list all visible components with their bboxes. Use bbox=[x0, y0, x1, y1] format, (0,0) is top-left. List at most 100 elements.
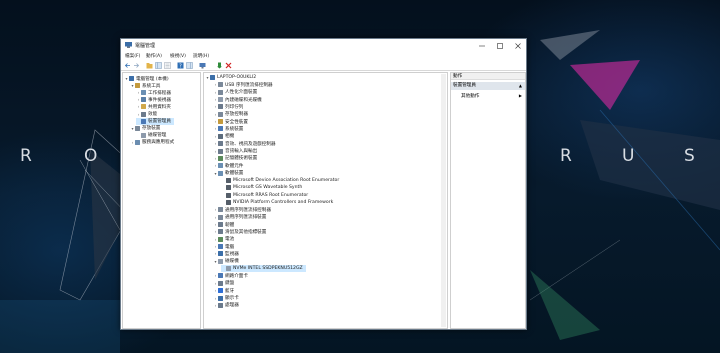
title-bar[interactable]: 電腦管理 bbox=[121, 39, 526, 52]
computer-management-window: 電腦管理 檔案(F) 動作(A) 檢視(V) 說明(H) ? ▾ 電腦管理 (本機… bbox=[120, 38, 527, 330]
device-tree-item[interactable]: › 安全性裝置 bbox=[213, 118, 248, 125]
actions-header: 動作 bbox=[451, 73, 525, 80]
device-category-icon bbox=[218, 244, 223, 250]
tree-item-label: 軟體元件 bbox=[225, 163, 244, 169]
properties-icon[interactable] bbox=[164, 62, 171, 69]
device-tree-item[interactable]: ▾ LAPTOP-O0UKLI2 bbox=[205, 74, 256, 81]
device-tree-item[interactable]: Microsoft RRAS Root Enumerator bbox=[221, 192, 308, 199]
device-tree-item[interactable]: › 顯示卡 bbox=[213, 295, 239, 302]
device-tree-item[interactable]: › 音訊輸入與輸出 bbox=[213, 148, 257, 155]
collapse-arrow-icon: ▲ bbox=[518, 83, 522, 88]
console-tree-item[interactable]: 磁碟管理 bbox=[136, 132, 166, 139]
device-tree-item[interactable]: › 列印佇列 bbox=[213, 103, 243, 110]
console-tree-item[interactable]: ▾ 存放裝置 bbox=[130, 125, 160, 132]
tree-item-label: 事件檢視器 bbox=[148, 97, 171, 103]
device-tree-item[interactable]: › 電腦 bbox=[213, 243, 234, 250]
menu-action[interactable]: 動作(A) bbox=[146, 53, 162, 59]
device-tree-item[interactable]: › 記憶體技術裝置 bbox=[213, 155, 257, 162]
device-tree-item[interactable]: Microsoft GS Wavetable Synth bbox=[221, 184, 302, 191]
device-tree-item[interactable]: › 存放控制器 bbox=[213, 111, 248, 118]
actions-section-device-manager[interactable]: 裝置管理員 ▲ bbox=[451, 82, 525, 90]
device-tree-item[interactable]: › 通用序列匯流排裝置 bbox=[213, 214, 266, 221]
tree-item-label: 處理器 bbox=[225, 303, 239, 309]
device-tree-item[interactable]: › 鍵盤 bbox=[213, 280, 234, 287]
device-tree-item[interactable]: › 電池 bbox=[213, 236, 234, 243]
tree-item-label: 列印佇列 bbox=[225, 104, 244, 110]
console-tree-item[interactable]: › 服務與應用程式 bbox=[130, 139, 174, 146]
device-tree-item[interactable]: › 人性化介面裝置 bbox=[213, 89, 257, 96]
minimize-button[interactable] bbox=[473, 39, 491, 52]
device-category-icon bbox=[218, 119, 223, 125]
device-tree-item[interactable]: › 藍牙 bbox=[213, 287, 234, 294]
window-title: 電腦管理 bbox=[135, 43, 156, 49]
tree-item-label: 滑鼠及其他指標裝置 bbox=[225, 229, 267, 235]
device-tree-item[interactable]: › 滑鼠及其他指標裝置 bbox=[213, 228, 266, 235]
vertical-scrollbar[interactable] bbox=[441, 74, 446, 327]
tree-item-label: 音訊輸入與輸出 bbox=[225, 149, 258, 154]
device-category-icon bbox=[141, 118, 146, 124]
back-icon[interactable] bbox=[124, 62, 131, 69]
device-category-icon bbox=[218, 97, 223, 103]
tree-item-label: 鍵盤 bbox=[225, 281, 235, 287]
device-tree-item[interactable]: NVMe INTEL SSDPEKNU512GZ bbox=[221, 265, 306, 273]
device-tree-item[interactable]: Microsoft Device Association Root Enumer… bbox=[221, 177, 339, 184]
forward-icon[interactable] bbox=[133, 62, 140, 69]
update-driver-icon[interactable] bbox=[216, 62, 223, 69]
device-category-icon bbox=[141, 104, 146, 110]
device-category-icon bbox=[135, 83, 140, 89]
device-tree-item[interactable]: › 音效、視訊及遊戲控制器 bbox=[213, 140, 276, 147]
device-tree-item[interactable]: › 軟體元件 bbox=[213, 162, 243, 169]
tree-item-label: 系統工具 bbox=[142, 83, 161, 89]
tree-item-label: 效能 bbox=[148, 112, 158, 117]
device-tree-item[interactable]: › 內建磁碟和光碟機 bbox=[213, 96, 262, 103]
device-tree-item[interactable]: › 網路介面卡 bbox=[213, 272, 248, 279]
more-actions-link[interactable]: 其他動作 bbox=[461, 93, 479, 99]
device-tree-item[interactable]: › 監視器 bbox=[213, 250, 239, 257]
device-category-icon bbox=[218, 126, 223, 132]
device-category-icon bbox=[218, 170, 223, 176]
device-category-icon bbox=[141, 111, 146, 117]
help-icon[interactable]: ? bbox=[177, 62, 184, 69]
device-tree-item[interactable]: › 處理器 bbox=[213, 302, 239, 309]
show-hide-action-pane-icon[interactable] bbox=[186, 62, 193, 69]
console-tree-item[interactable]: ▾ 電腦管理 (本機) bbox=[124, 75, 169, 82]
device-tree-item[interactable]: ▾ 磁碟機 bbox=[213, 258, 239, 265]
device-category-icon bbox=[135, 125, 140, 131]
uninstall-device-icon[interactable] bbox=[225, 62, 232, 69]
console-tree-item[interactable]: › 效能 bbox=[136, 111, 157, 118]
device-tree-item[interactable]: › 韌體 bbox=[213, 221, 234, 228]
device-category-icon bbox=[226, 185, 231, 191]
menu-view[interactable]: 檢視(V) bbox=[170, 53, 186, 59]
device-category-icon bbox=[218, 111, 223, 117]
device-tree-item[interactable]: › 通用序列匯流排控制器 bbox=[213, 206, 271, 213]
device-tree-item[interactable]: › USB 序列匯流排控制器 bbox=[213, 81, 273, 88]
tree-item-label: 藍牙 bbox=[225, 288, 235, 294]
device-tree-item[interactable]: NVIDIA Platform Controllers and Framewor… bbox=[221, 199, 333, 206]
scan-hardware-icon[interactable] bbox=[199, 62, 206, 69]
device-category-icon bbox=[129, 76, 134, 81]
device-tree-item[interactable]: › 系統裝置 bbox=[213, 125, 243, 132]
device-tree-item[interactable]: ▾ 軟體裝置 bbox=[213, 170, 243, 177]
minimize-icon bbox=[479, 45, 485, 46]
console-tree-item[interactable]: › 工作排程器 bbox=[136, 89, 171, 96]
device-category-icon bbox=[218, 251, 223, 257]
device-tree-item[interactable]: › 相機 bbox=[213, 133, 234, 140]
console-tree-item[interactable]: 裝置管理員 bbox=[136, 117, 174, 125]
up-folder-icon[interactable] bbox=[146, 62, 153, 69]
console-tree-item[interactable]: ▾ 系統工具 bbox=[130, 82, 160, 89]
maximize-button[interactable] bbox=[491, 39, 509, 52]
tree-item-label: 磁碟管理 bbox=[148, 133, 167, 139]
wallpaper-letter: R bbox=[20, 146, 32, 166]
tree-item-label: 共用資料夾 bbox=[148, 104, 171, 110]
tree-item-label: NVIDIA Platform Controllers and Framewor… bbox=[233, 199, 334, 205]
tree-item-label: 磁碟機 bbox=[225, 259, 239, 265]
menu-help[interactable]: 說明(H) bbox=[193, 53, 209, 59]
wallpaper-letter: U bbox=[622, 146, 635, 166]
console-tree-item[interactable]: › 事件檢視器 bbox=[136, 96, 171, 103]
menu-file[interactable]: 檔案(F) bbox=[125, 53, 140, 59]
console-tree-item[interactable]: › 共用資料夾 bbox=[136, 103, 171, 110]
console-tree-icon[interactable] bbox=[155, 62, 162, 69]
close-button[interactable] bbox=[509, 39, 527, 52]
device-category-icon bbox=[218, 82, 223, 88]
tree-item-label: 軟體裝置 bbox=[225, 171, 244, 177]
